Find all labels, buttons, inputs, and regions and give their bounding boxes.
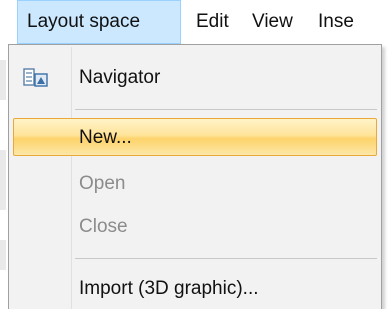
menu-item-new[interactable]: New... — [13, 118, 377, 156]
menu-bar: Layout space Edit View Inse — [0, 0, 390, 44]
menu-insert[interactable]: Inse — [318, 0, 354, 44]
menu-item-label: New... — [79, 127, 132, 148]
background-window-edge — [0, 60, 6, 100]
background-window-edge — [0, 240, 6, 270]
layout-space-dropdown: Navigator New... Open Close Import (3D g… — [8, 44, 382, 309]
background-window-edge — [0, 150, 6, 210]
app-window: Layout space Edit View Inse Navigator Ne… — [0, 0, 390, 309]
menu-layout-space[interactable]: Layout space — [17, 0, 181, 44]
menu-item-label: Navigator — [79, 67, 161, 88]
menu-separator — [75, 258, 377, 259]
menu-item-label: Open — [79, 173, 126, 194]
menu-item-label: Close — [79, 216, 128, 237]
menu-item-open[interactable]: Open — [13, 165, 377, 203]
menu-item-label: Import (3D graphic)... — [79, 278, 259, 299]
menu-item-navigator[interactable]: Navigator — [13, 59, 377, 97]
menu-edit[interactable]: Edit — [196, 0, 229, 44]
navigator-icon — [23, 68, 48, 87]
menu-separator — [75, 109, 377, 110]
menu-item-import-3d-graphic[interactable]: Import (3D graphic)... — [13, 270, 377, 308]
menu-item-close[interactable]: Close — [13, 208, 377, 246]
menu-view[interactable]: View — [252, 0, 293, 44]
